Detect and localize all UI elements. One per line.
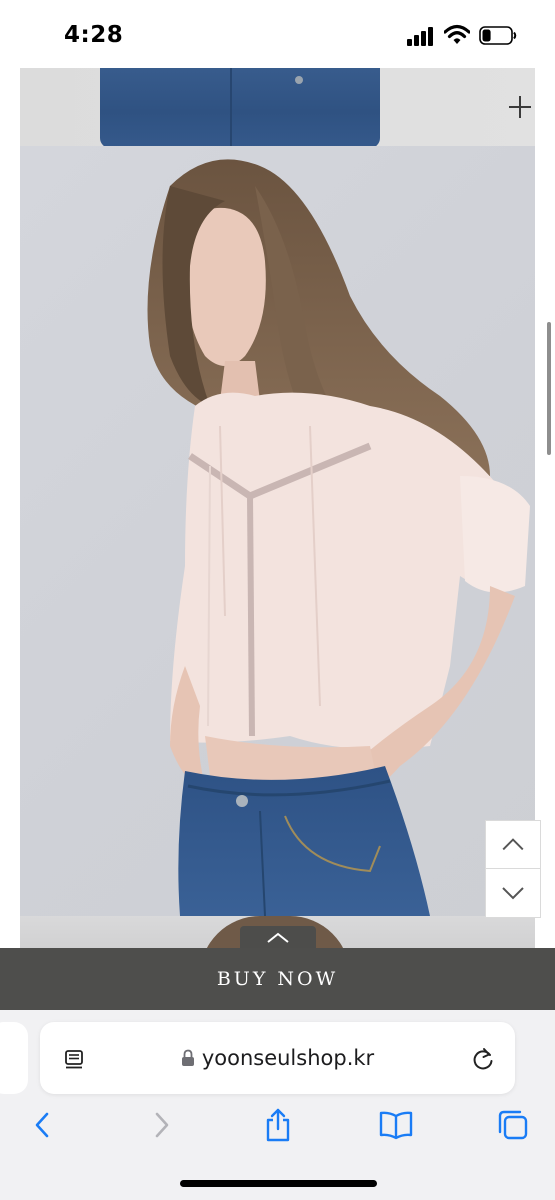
signal-bars-icon [407, 26, 437, 46]
product-gallery[interactable] [0, 68, 555, 948]
url-text[interactable]: yoonseulshop.kr [202, 1046, 374, 1070]
page-scrollbar[interactable] [547, 322, 551, 455]
chevron-up-icon [267, 932, 289, 943]
lock-icon [181, 1049, 194, 1066]
bookmarks-button[interactable] [376, 1105, 416, 1145]
scroll-controls [485, 820, 541, 918]
buy-now-button[interactable]: BUY NOW [0, 948, 555, 1010]
forward-button[interactable] [142, 1105, 182, 1145]
model-illustration [147, 159, 530, 916]
chevron-up-icon[interactable] [486, 821, 540, 869]
address-bar[interactable]: yoonseulshop.kr [40, 1022, 515, 1094]
tabs-icon [498, 1110, 528, 1140]
plus-icon[interactable] [505, 92, 535, 122]
browser-chrome: yoonseulshop.kr [0, 1010, 555, 1200]
reload-icon[interactable] [470, 1046, 496, 1072]
previous-tab-peek[interactable] [0, 1022, 28, 1094]
tabs-button[interactable] [493, 1105, 533, 1145]
book-icon [379, 1111, 413, 1140]
chevron-down-icon[interactable] [486, 869, 540, 917]
buy-now-label: BUY NOW [216, 968, 339, 990]
home-indicator[interactable] [180, 1180, 377, 1187]
share-icon [266, 1108, 290, 1142]
status-time: 4:28 [64, 22, 124, 48]
buy-bar-collapse-tab[interactable] [240, 926, 316, 948]
share-button[interactable] [258, 1105, 298, 1145]
back-button[interactable] [22, 1105, 62, 1145]
battery-low-icon [479, 26, 517, 45]
wifi-icon [444, 24, 470, 44]
previous-product-photo [20, 68, 535, 146]
chevron-right-icon [155, 1112, 169, 1138]
jeans-detail [100, 68, 380, 146]
product-photo [20, 146, 535, 916]
status-bar: 4:28 [0, 0, 555, 68]
chevron-left-icon [35, 1112, 49, 1138]
